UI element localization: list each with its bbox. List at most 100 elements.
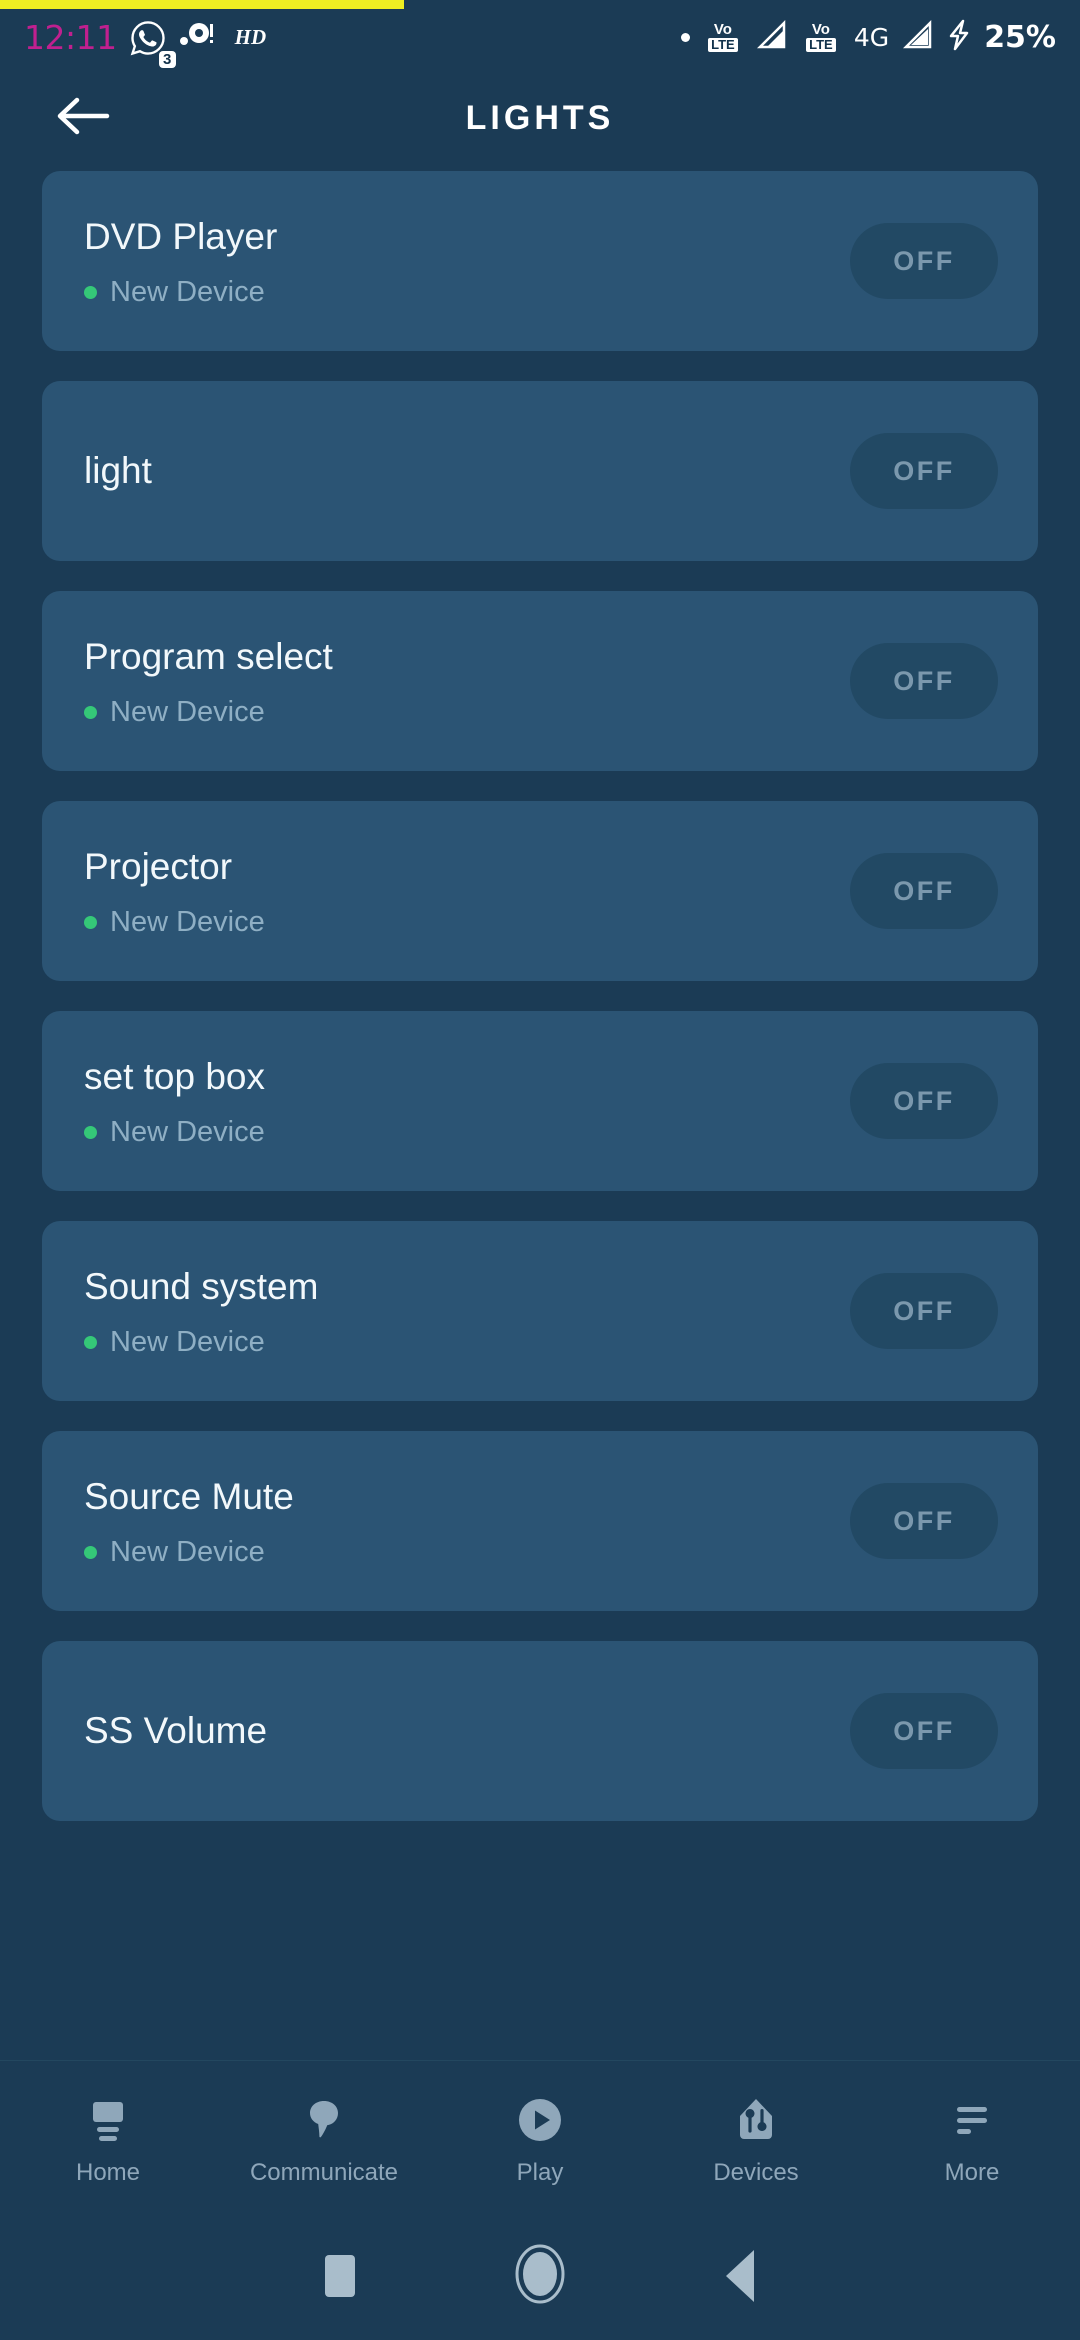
volte-lte-label-2: LTE bbox=[806, 38, 836, 52]
device-power-toggle[interactable]: OFF bbox=[850, 1693, 998, 1769]
recents-button[interactable] bbox=[240, 2255, 440, 2297]
tab-more-label: More bbox=[944, 2158, 1000, 2186]
android-navigation-bar bbox=[0, 2212, 1080, 2340]
battery-percent-label: 25% bbox=[984, 20, 1056, 55]
status-bar: 12:11 3 HD Vo LTE Vo LTE 4G 25% bbox=[0, 9, 1080, 68]
signal-icon bbox=[756, 19, 788, 56]
square-icon bbox=[325, 2255, 355, 2297]
device-card-texts: DVD Player New Device bbox=[84, 214, 850, 309]
device-card[interactable]: Sound system New Device OFF bbox=[42, 1221, 1038, 1401]
house-pin-icon bbox=[729, 2093, 783, 2147]
device-card-texts: Program select New Device bbox=[84, 634, 850, 729]
device-status-row: New Device bbox=[84, 696, 850, 729]
device-subtitle: New Device bbox=[110, 905, 265, 938]
device-card[interactable]: SS Volume OFF bbox=[42, 1641, 1038, 1821]
device-card-texts: SS Volume bbox=[84, 1708, 850, 1754]
tab-communicate[interactable]: Communicate bbox=[216, 2087, 432, 2187]
device-subtitle: New Device bbox=[110, 1115, 265, 1148]
volte-icon-2: Vo LTE bbox=[801, 21, 841, 52]
device-name: Projector bbox=[84, 845, 233, 887]
device-power-toggle[interactable]: OFF bbox=[850, 643, 998, 719]
device-name: Sound system bbox=[84, 1265, 319, 1307]
status-dot-icon bbox=[84, 915, 97, 929]
device-power-toggle[interactable]: OFF bbox=[850, 1273, 998, 1349]
circle-icon bbox=[514, 2243, 566, 2310]
dot-icon bbox=[680, 33, 690, 42]
tab-home[interactable]: Home bbox=[0, 2087, 216, 2187]
home-button[interactable] bbox=[440, 2243, 640, 2310]
device-name: DVD Player bbox=[84, 215, 278, 257]
volte-lte-label: LTE bbox=[708, 38, 738, 52]
device-name: Source Mute bbox=[84, 1475, 294, 1517]
device-power-toggle[interactable]: OFF bbox=[850, 433, 998, 509]
volte-vo-label: Vo bbox=[713, 21, 732, 38]
tab-devices[interactable]: Devices bbox=[648, 2087, 864, 2187]
status-time: 12:11 bbox=[24, 18, 117, 57]
device-name: SS Volume bbox=[84, 1710, 268, 1751]
device-subtitle: New Device bbox=[110, 695, 265, 728]
device-subtitle: New Device bbox=[110, 1535, 265, 1568]
phone-screen: 12:11 3 HD Vo LTE Vo LTE 4G 25% LIGHTS D… bbox=[0, 0, 1080, 2340]
signal-icon-2 bbox=[902, 19, 934, 56]
device-power-toggle[interactable]: OFF bbox=[850, 223, 998, 299]
hd-icon: HD bbox=[234, 25, 267, 49]
status-dot-icon bbox=[84, 1335, 97, 1349]
arrow-left-icon bbox=[55, 95, 111, 142]
status-dot-icon bbox=[84, 705, 97, 719]
device-list[interactable]: DVD Player New Device OFF light OFF Program s… bbox=[0, 171, 1080, 2060]
device-status-row: New Device bbox=[84, 1536, 850, 1569]
device-power-toggle[interactable]: OFF bbox=[850, 853, 998, 929]
network-type-label: 4G bbox=[853, 23, 890, 52]
back-nav-button[interactable] bbox=[640, 2250, 840, 2302]
device-status-row: New Device bbox=[84, 276, 850, 309]
charging-bolt-icon bbox=[947, 19, 971, 56]
device-status-row: New Device bbox=[84, 1326, 850, 1359]
device-card[interactable]: Source Mute New Device OFF bbox=[42, 1431, 1038, 1611]
device-name: Program select bbox=[84, 635, 333, 677]
app-bar: LIGHTS bbox=[0, 66, 1080, 171]
device-power-toggle[interactable]: OFF bbox=[850, 1483, 998, 1559]
status-dot-icon bbox=[84, 285, 97, 299]
bottom-tab-bar: Home Communicate Play Devices More bbox=[0, 2060, 1080, 2212]
camera-icon bbox=[179, 20, 215, 55]
device-card[interactable]: light OFF bbox=[42, 381, 1038, 561]
device-card[interactable]: Program select New Device OFF bbox=[42, 591, 1038, 771]
device-card[interactable]: Projector New Device OFF bbox=[42, 801, 1038, 981]
menu-lines-icon bbox=[945, 2093, 999, 2147]
status-dot-icon bbox=[84, 1125, 97, 1139]
tab-devices-label: Devices bbox=[713, 2158, 799, 2186]
tab-more[interactable]: More bbox=[864, 2087, 1080, 2187]
back-button[interactable] bbox=[48, 84, 118, 154]
whatsapp-icon: 3 bbox=[129, 19, 176, 68]
device-card-texts: light bbox=[84, 448, 850, 494]
device-status-row: New Device bbox=[84, 906, 850, 939]
triangle-left-icon bbox=[726, 2250, 754, 2302]
device-card[interactable]: set top box New Device OFF bbox=[42, 1011, 1038, 1191]
status-bar-left: 12:11 3 HD bbox=[24, 18, 267, 68]
tab-communicate-label: Communicate bbox=[249, 2158, 399, 2186]
page-title: LIGHTS bbox=[465, 99, 615, 137]
tab-home-label: Home bbox=[75, 2158, 141, 2186]
device-card[interactable]: DVD Player New Device OFF bbox=[42, 171, 1038, 351]
device-subtitle: New Device bbox=[110, 275, 265, 308]
device-name: set top box bbox=[84, 1055, 266, 1097]
device-name: light bbox=[84, 450, 152, 491]
whatsapp-badge-count: 3 bbox=[158, 50, 176, 68]
device-subtitle: New Device bbox=[110, 1325, 265, 1358]
device-power-toggle[interactable]: OFF bbox=[850, 1063, 998, 1139]
tv-icon bbox=[81, 2093, 135, 2147]
device-status-row: New Device bbox=[84, 1116, 850, 1149]
device-card-texts: Projector New Device bbox=[84, 844, 850, 939]
volte-vo-label-2: Vo bbox=[811, 21, 830, 38]
recording-indicator-strip bbox=[0, 0, 404, 9]
play-circle-icon bbox=[513, 2093, 567, 2147]
speech-bubble-icon bbox=[297, 2093, 351, 2147]
device-card-texts: Source Mute New Device bbox=[84, 1474, 850, 1569]
tab-play-label: Play bbox=[516, 2158, 564, 2186]
tab-play[interactable]: Play bbox=[432, 2087, 648, 2187]
volte-icon: Vo LTE bbox=[703, 21, 743, 52]
device-card-texts: set top box New Device bbox=[84, 1054, 850, 1149]
status-bar-right: Vo LTE Vo LTE 4G 25% bbox=[680, 19, 1056, 56]
status-dot-icon bbox=[84, 1545, 97, 1559]
device-card-texts: Sound system New Device bbox=[84, 1264, 850, 1359]
